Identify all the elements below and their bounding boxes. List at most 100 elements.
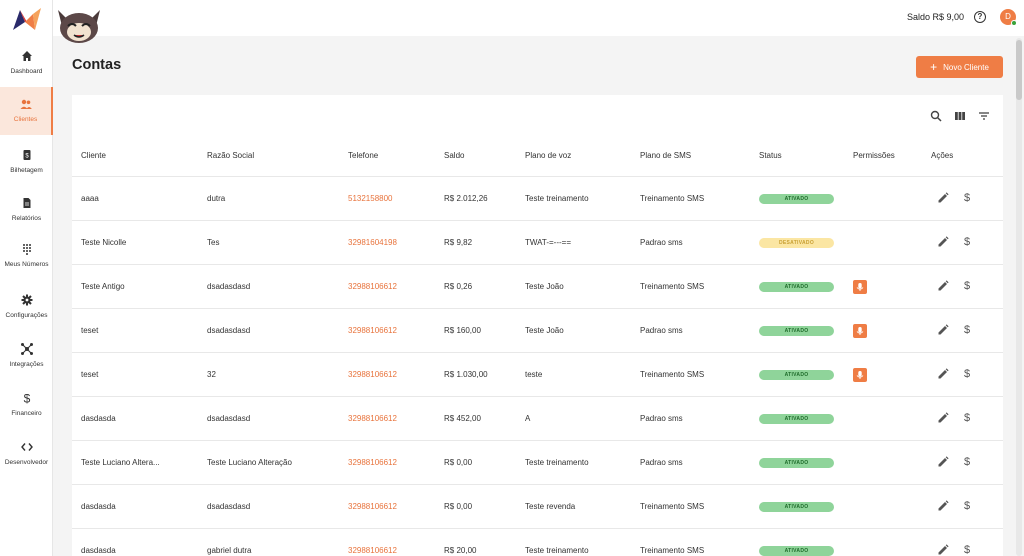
table-row[interactable]: aaaa dutra 5132158800 R$ 2.012,26 Teste trei… <box>72 176 1003 220</box>
sidebar-item-label: Dashboard <box>10 68 43 75</box>
cell-telefone[interactable]: 32988106612 <box>348 529 397 556</box>
cell-sms: Treinamento SMS <box>640 502 705 511</box>
billing-dollar-icon[interactable]: $ <box>964 191 970 205</box>
cell-sms: Treinamento SMS <box>640 370 705 379</box>
cell-voz: Teste treinamento <box>525 546 589 555</box>
column-header[interactable]: Telefone <box>348 151 378 160</box>
billing-dollar-icon[interactable]: $ <box>964 455 970 469</box>
billing-dollar-icon[interactable]: $ <box>964 367 970 381</box>
cell-razao: dsadasdasd <box>207 326 251 335</box>
columns-icon[interactable] <box>954 110 966 122</box>
help-icon[interactable]: ? <box>974 11 986 23</box>
cell-razao: 32 <box>207 370 216 379</box>
dialpad-icon <box>22 244 31 255</box>
cell-sms: Padrao sms <box>640 458 683 467</box>
new-client-button[interactable]: + Novo Cliente <box>916 56 1003 78</box>
edit-icon[interactable] <box>937 236 949 248</box>
column-header[interactable]: Razão Social <box>207 151 254 160</box>
table-row[interactable]: teset 32 32988106612 R$ 1.030,00 teste Treina… <box>72 352 1003 396</box>
sidebar-item-meus-n-meros[interactable]: Meus Números <box>0 241 53 287</box>
sidebar-item-financeiro[interactable]: $ Financeiro <box>0 390 53 436</box>
edit-icon[interactable] <box>937 192 949 204</box>
cell-saldo: R$ 2.012,26 <box>444 194 488 203</box>
cell-telefone[interactable]: 32988106612 <box>348 309 397 353</box>
users-icon <box>20 99 32 109</box>
column-header[interactable]: Saldo <box>444 151 464 160</box>
billing-dollar-icon[interactable]: $ <box>964 235 970 249</box>
cell-razao: dsadasdasd <box>207 502 251 511</box>
cell-telefone[interactable]: 32988106612 <box>348 441 397 485</box>
cell-sms: Padrao sms <box>640 238 683 247</box>
scrollbar-thumb[interactable] <box>1016 40 1022 100</box>
table-row[interactable]: dasdasda dsadasdasd 32988106612 R$ 0,00 Test… <box>72 484 1003 528</box>
edit-icon[interactable] <box>937 412 949 424</box>
cell-saldo: R$ 0,00 <box>444 502 473 511</box>
home-icon <box>21 51 32 61</box>
sidebar-item-label: Meus Números <box>4 261 49 268</box>
microphone-permission-icon[interactable] <box>853 368 867 382</box>
edit-icon[interactable] <box>937 368 949 380</box>
cell-voz: Teste treinamento <box>525 194 589 203</box>
cell-sms: Padrao sms <box>640 326 683 335</box>
plus-icon: + <box>930 60 938 74</box>
cell-telefone[interactable]: 32981604198 <box>348 221 397 265</box>
table-row[interactable]: dasdasda gabriel dutra 32988106612 R$ 20,00… <box>72 528 1003 556</box>
search-icon[interactable] <box>930 110 942 122</box>
cell-razao: dsadasdasd <box>207 414 251 423</box>
table-row[interactable]: Teste Luciano Altera... Teste Luciano Alt… <box>72 440 1003 484</box>
sidebar-item-relat-rios[interactable]: Relatórios <box>0 195 53 241</box>
table-row[interactable]: dasdasda dsadasdasd 32988106612 R$ 452,00 A P… <box>72 396 1003 440</box>
column-header[interactable]: Cliente <box>81 151 106 160</box>
cell-telefone[interactable]: 5132158800 <box>348 177 393 221</box>
table-row[interactable]: Teste Nicolle Tes 32981604198 R$ 9,82 TWAT-=… <box>72 220 1003 264</box>
avatar[interactable]: D <box>1000 9 1017 26</box>
cell-sms: Treinamento SMS <box>640 282 705 291</box>
cell-telefone[interactable]: 32988106612 <box>348 265 397 309</box>
sidebar-item-configura-es[interactable]: Configurações <box>0 292 53 338</box>
cell-voz: Teste revenda <box>525 502 576 511</box>
cell-telefone[interactable]: 32988106612 <box>348 397 397 441</box>
sidebar-item-label: Integrações <box>9 361 44 368</box>
billing-dollar-icon[interactable]: $ <box>964 543 970 556</box>
microphone-permission-icon[interactable] <box>853 324 867 338</box>
edit-icon[interactable] <box>937 324 949 336</box>
cell-telefone[interactable]: 32988106612 <box>348 353 397 397</box>
cell-voz: teste <box>525 370 543 379</box>
cell-saldo: R$ 1.030,00 <box>444 370 488 379</box>
column-header[interactable]: Plano de voz <box>525 151 571 160</box>
sidebar-item-desenvolvedor[interactable]: Desenvolvedor <box>0 439 53 485</box>
edit-icon[interactable] <box>937 280 949 292</box>
filter-icon[interactable] <box>978 110 990 122</box>
table-row[interactable]: teset dsadasdasd 32988106612 R$ 160,00 Teste… <box>72 308 1003 352</box>
cell-sms: Treinamento SMS <box>640 546 705 555</box>
cell-telefone[interactable]: 32988106612 <box>348 485 397 529</box>
cell-saldo: R$ 452,00 <box>444 414 481 423</box>
column-header[interactable]: Plano de SMS <box>640 151 691 160</box>
billing-dollar-icon[interactable]: $ <box>964 323 970 337</box>
status-badge: ATIVADO <box>759 546 834 556</box>
scrollbar-track[interactable] <box>1016 38 1022 556</box>
microphone-permission-icon[interactable] <box>853 280 867 294</box>
billing-dollar-icon[interactable]: $ <box>964 499 970 513</box>
cell-saldo: R$ 20,00 <box>444 546 477 555</box>
dollar-icon: $ <box>23 392 30 404</box>
column-header[interactable]: Permissões <box>853 151 895 160</box>
sidebar-item-bilhetagem[interactable]: $ Bilhetagem <box>0 147 53 193</box>
edit-icon[interactable] <box>937 544 949 556</box>
edit-icon[interactable] <box>937 500 949 512</box>
edit-icon[interactable] <box>937 456 949 468</box>
table-row[interactable]: Teste Antigo dsadasdasd 32988106612 R$ 0,26… <box>72 264 1003 308</box>
sidebar-item-clientes[interactable]: Clientes <box>0 87 53 135</box>
billing-dollar-icon[interactable]: $ <box>964 411 970 425</box>
sidebar-item-label: Bilhetagem <box>10 167 43 174</box>
column-header[interactable]: Status <box>759 151 782 160</box>
sidebar-item-label: Financeiro <box>11 410 42 417</box>
brand-logo[interactable] <box>13 8 41 30</box>
sidebar-item-integra-es[interactable]: Integrações <box>0 341 53 387</box>
status-badge: DESATIVADO <box>759 238 834 248</box>
status-badge: ATIVADO <box>759 194 834 204</box>
column-header[interactable]: Ações <box>931 151 953 160</box>
cell-voz: TWAT-=---== <box>525 238 571 247</box>
billing-dollar-icon[interactable]: $ <box>964 279 970 293</box>
code-icon <box>20 443 33 451</box>
